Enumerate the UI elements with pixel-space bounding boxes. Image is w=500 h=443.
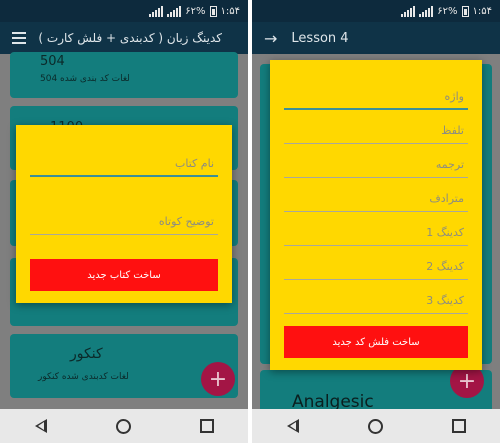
clock: ۱:۵۴ (220, 5, 240, 17)
coding-2-input[interactable]: کدینگ 2 (284, 254, 468, 280)
left-screen: ۶۲% ۱:۵۴ کدینگ زبان ( کدبندی + فلش کارت … (0, 0, 248, 443)
signal-icon (167, 5, 182, 17)
recents-icon[interactable] (199, 419, 214, 433)
coding-3-input[interactable]: کدینگ 3 (284, 288, 468, 314)
card-subtitle: لغات کدبندی شده کنکور (38, 372, 129, 382)
plus-icon: + (208, 366, 228, 392)
nav-bar (0, 409, 248, 443)
right-screen: ۶۲% ۱:۵۴ → Lesson 4 Analgesic + واژه تلف… (252, 0, 500, 443)
add-fab[interactable]: + (201, 362, 235, 396)
signal-icon (401, 5, 416, 17)
card-title: 504 (40, 54, 65, 69)
battery-icon (461, 5, 469, 17)
clock: ۱:۵۴ (472, 5, 492, 17)
battery-percent: ۶۲% (437, 5, 458, 17)
recents-icon[interactable] (451, 419, 466, 433)
status-bar: ۶۲% ۱:۵۴ (0, 0, 248, 22)
card-subtitle: لغات کد بندی شده 504 (40, 74, 130, 84)
signal-icon (149, 5, 164, 17)
battery-percent: ۶۲% (185, 5, 206, 17)
arrow-right-icon[interactable]: → (264, 29, 277, 48)
pronunciation-input[interactable]: تلفظ (284, 118, 468, 144)
hamburger-icon[interactable] (12, 32, 26, 44)
app-bar: → Lesson 4 (252, 22, 500, 54)
book-name-input[interactable]: نام کتاب (30, 151, 218, 177)
synonym-input[interactable]: مترادف (284, 186, 468, 212)
back-icon[interactable] (286, 419, 299, 433)
app-bar: کدینگ زبان ( کدبندی + فلش کارت ) (0, 22, 248, 54)
word-input[interactable]: واژه (284, 84, 468, 110)
signal-icon (419, 5, 434, 17)
home-icon[interactable] (115, 418, 131, 434)
create-book-button[interactable]: ساخت کتاب جدید (30, 259, 218, 291)
card-title: کنکور (70, 346, 103, 362)
lesson-title: Lesson 4 (291, 30, 349, 46)
status-bar: ۶۲% ۱:۵۴ (252, 0, 500, 22)
new-book-dialog: نام کتاب توضیح کوتاه ساخت کتاب جدید (16, 125, 232, 303)
app-title: کدینگ زبان ( کدبندی + فلش کارت ) (38, 31, 222, 45)
coding-1-input[interactable]: کدینگ 1 (284, 220, 468, 246)
back-icon[interactable] (34, 419, 47, 433)
nav-bar (252, 409, 500, 443)
home-icon[interactable] (367, 418, 383, 434)
translation-input[interactable]: ترجمه (284, 152, 468, 178)
new-flashcard-dialog: واژه تلفظ ترجمه مترادف کدینگ 1 کدینگ 2 ک… (270, 60, 482, 370)
create-flashcard-button[interactable]: ساخت فلش کد جدید (284, 326, 468, 358)
short-description-input[interactable]: توضیح کوتاه (30, 209, 218, 235)
plus-icon: + (457, 368, 477, 394)
book-card[interactable]: 504 لغات کد بندی شده 504 (10, 52, 238, 98)
battery-icon (209, 5, 217, 17)
